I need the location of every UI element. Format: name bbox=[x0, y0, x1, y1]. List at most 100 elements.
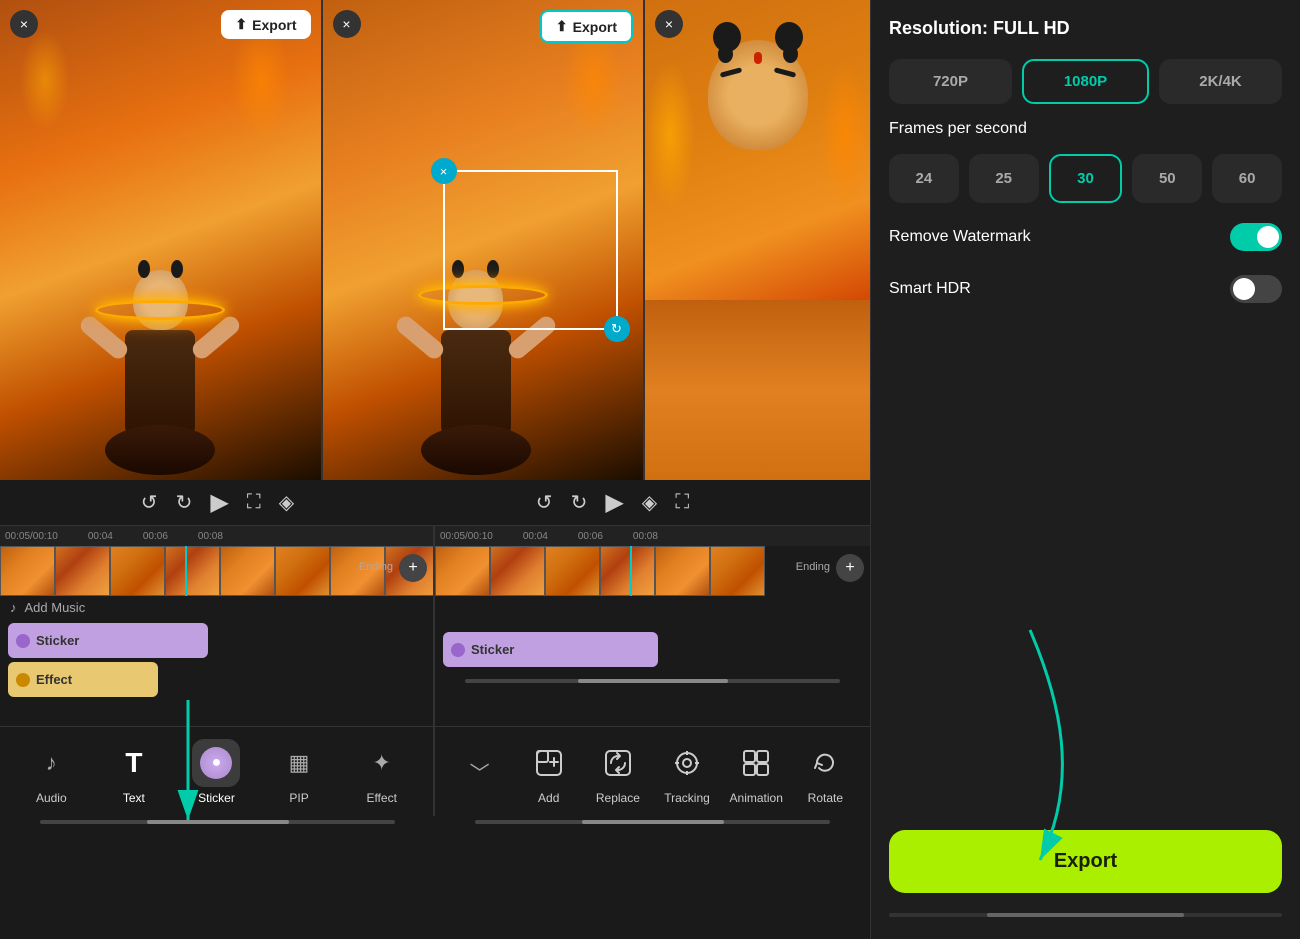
play-left-button[interactable]: ▶ bbox=[210, 488, 228, 517]
bottom-toolbar-left: ♪ Audio T Text ● Sticker ▦ PIP bbox=[0, 727, 435, 816]
add-music-button[interactable]: ♪ Add Music bbox=[0, 596, 433, 619]
fullscreen-icon[interactable]: ⛶ bbox=[675, 491, 689, 514]
add-tool[interactable]: Add bbox=[519, 739, 579, 805]
undo-center-button[interactable]: ↺ bbox=[536, 490, 553, 515]
bottom-toolbar-center: ﹀ Add Replace bbox=[435, 727, 870, 816]
music-icon: ♪ bbox=[10, 600, 17, 615]
playhead-center[interactable] bbox=[630, 546, 632, 596]
main-export-button[interactable]: Export bbox=[889, 830, 1282, 893]
sticker-dot bbox=[16, 634, 30, 648]
film-frame bbox=[600, 546, 655, 596]
add-label: Add bbox=[538, 791, 559, 805]
center-controls: ↺ ↻ ▶ ◈ ⛶ bbox=[435, 488, 790, 517]
tick-08-left: 00:08 bbox=[198, 531, 223, 542]
settings-panel: Resolution: FULL HD 720P 1080P 2K/4K Fra… bbox=[870, 0, 1300, 939]
sticker-dot-center bbox=[451, 643, 465, 657]
rotate-icon bbox=[801, 739, 849, 787]
fps-title: Frames per second bbox=[889, 120, 1282, 138]
film-frame bbox=[710, 546, 765, 596]
selection-rotate[interactable]: ↻ bbox=[604, 316, 630, 342]
chevron-icon: ﹀ bbox=[456, 748, 504, 796]
export-upload-icon2: ⬆ bbox=[556, 18, 568, 35]
fps-50-button[interactable]: 50 bbox=[1132, 154, 1202, 203]
sticker-track-center[interactable]: Sticker bbox=[443, 632, 658, 667]
fps-30-button[interactable]: 30 bbox=[1049, 154, 1123, 203]
animation-tool[interactable]: Animation bbox=[726, 739, 786, 805]
tick-06-center: 00:06 bbox=[578, 531, 603, 542]
right-preview-panel: × bbox=[645, 0, 870, 480]
film-frame bbox=[55, 546, 110, 596]
fps-60-button[interactable]: 60 bbox=[1212, 154, 1282, 203]
time-current-center: 00:05/00:10 bbox=[440, 531, 493, 542]
play-center-button[interactable]: ▶ bbox=[605, 488, 623, 517]
resolution-title: Resolution: FULL HD bbox=[889, 18, 1282, 39]
animation-icon bbox=[732, 739, 780, 787]
animation-label: Animation bbox=[730, 791, 783, 805]
center-preview-panel: × ↻ × ⬆ Export bbox=[323, 0, 646, 480]
fps-options: 24 25 30 50 60 bbox=[889, 154, 1282, 203]
tick-08-center: 00:08 bbox=[633, 531, 658, 542]
sticker-tool[interactable]: ● Sticker bbox=[186, 739, 246, 805]
tracking-label: Tracking bbox=[664, 791, 710, 805]
left-timeline: 00:05/00:10 00:04 00:06 00:08 bbox=[0, 526, 435, 726]
left-panel-close[interactable]: × bbox=[10, 10, 38, 38]
redo-left-button[interactable]: ↻ bbox=[176, 490, 193, 515]
toggle-knob-hdr bbox=[1233, 278, 1255, 300]
res-1080p-button[interactable]: 1080P bbox=[1022, 59, 1149, 104]
replace-label: Replace bbox=[596, 791, 640, 805]
redo-center-button[interactable]: ↻ bbox=[571, 490, 588, 515]
film-frame bbox=[165, 546, 220, 596]
toggle-knob bbox=[1257, 226, 1279, 248]
smart-hdr-toggle[interactable] bbox=[1230, 275, 1282, 303]
left-export-button[interactable]: ⬆ Export bbox=[221, 10, 310, 39]
tick-06-left: 00:06 bbox=[143, 531, 168, 542]
effect-dot bbox=[16, 673, 30, 687]
rotate-tool[interactable]: Rotate bbox=[795, 739, 855, 805]
chevron-down[interactable]: ﹀ bbox=[450, 748, 510, 796]
crop-icon[interactable]: ⛶ bbox=[247, 491, 261, 514]
smart-hdr-label: Smart HDR bbox=[889, 280, 971, 298]
audio-tool[interactable]: ♪ Audio bbox=[21, 739, 81, 805]
remove-watermark-label: Remove Watermark bbox=[889, 228, 1031, 246]
res-720p-button[interactable]: 720P bbox=[889, 59, 1012, 104]
effect-tool[interactable]: ✦ Effect bbox=[352, 739, 412, 805]
sticker-track-left[interactable]: Sticker bbox=[8, 623, 208, 658]
resolution-options: 720P 1080P 2K/4K bbox=[889, 59, 1282, 104]
effect-label: Effect bbox=[366, 791, 396, 805]
pip-label: PIP bbox=[289, 791, 308, 805]
fps-24-button[interactable]: 24 bbox=[889, 154, 959, 203]
tracking-tool[interactable]: Tracking bbox=[657, 739, 717, 805]
remove-watermark-toggle[interactable] bbox=[1230, 223, 1282, 251]
film-frame bbox=[545, 546, 600, 596]
export-upload-icon: ⬆ bbox=[235, 16, 247, 33]
magic-icon[interactable]: ◈ bbox=[279, 490, 294, 515]
add-clip-left[interactable]: + bbox=[399, 554, 427, 582]
film-frame bbox=[220, 546, 275, 596]
center-panel-close[interactable]: × bbox=[333, 10, 361, 38]
film-frame bbox=[0, 546, 55, 596]
add-clip-center[interactable]: + bbox=[836, 554, 864, 582]
right-small-panel-close[interactable]: × bbox=[655, 10, 683, 38]
ending-label-center: Ending bbox=[796, 561, 830, 573]
selection-box[interactable]: × ↻ bbox=[443, 170, 618, 330]
keyframe-icon[interactable]: ◈ bbox=[642, 490, 657, 515]
rotate-label: Rotate bbox=[808, 791, 843, 805]
tracking-icon bbox=[663, 739, 711, 787]
film-frame bbox=[490, 546, 545, 596]
add-icon bbox=[525, 739, 573, 787]
effect-track[interactable]: Effect bbox=[8, 662, 158, 697]
smart-hdr-row: Smart HDR bbox=[889, 271, 1282, 307]
selection-close[interactable]: × bbox=[431, 158, 457, 184]
replace-tool[interactable]: Replace bbox=[588, 739, 648, 805]
res-2k4k-button[interactable]: 2K/4K bbox=[1159, 59, 1282, 104]
playhead-left[interactable] bbox=[185, 546, 187, 596]
center-export-button[interactable]: ⬆ Export bbox=[540, 10, 633, 43]
text-tool[interactable]: T Text bbox=[104, 739, 164, 805]
fps-25-button[interactable]: 25 bbox=[969, 154, 1039, 203]
undo-left-button[interactable]: ↺ bbox=[141, 490, 158, 515]
tick-04-left: 00:04 bbox=[88, 531, 113, 542]
text-label: Text bbox=[123, 791, 145, 805]
pip-tool[interactable]: ▦ PIP bbox=[269, 739, 329, 805]
film-frame bbox=[435, 546, 490, 596]
film-frame bbox=[275, 546, 330, 596]
